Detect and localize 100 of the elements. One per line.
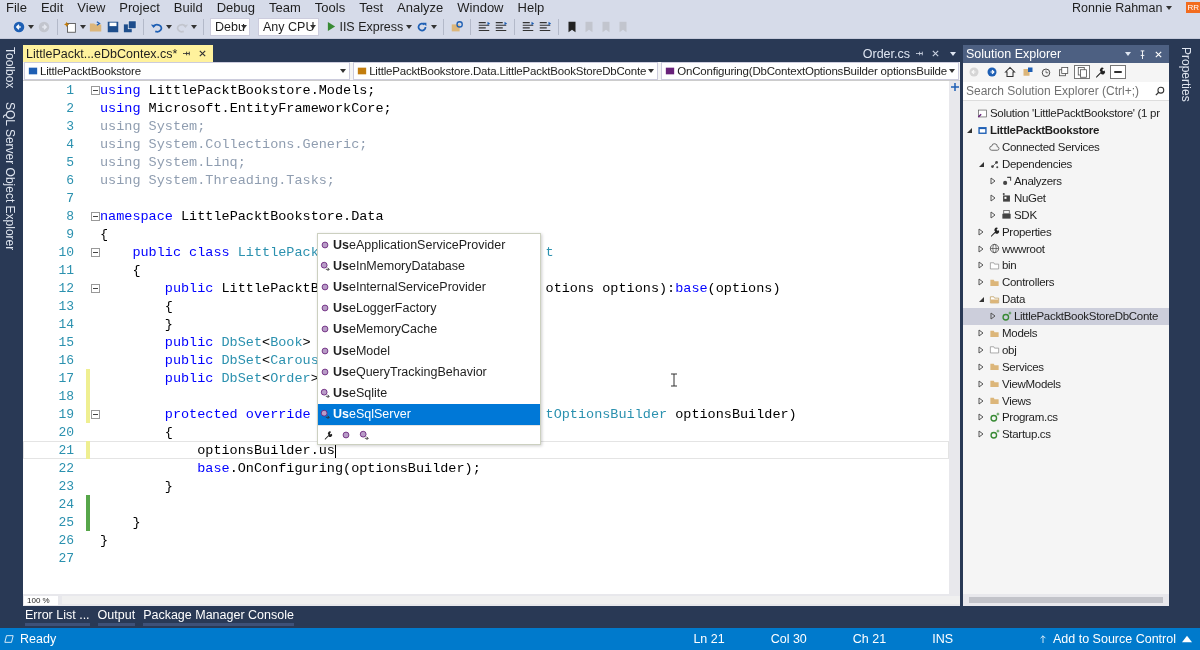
document-tab[interactable]: LittlePackt...eDbContex.cs* <box>23 45 214 62</box>
tree-item-label[interactable]: Data <box>1002 293 1026 306</box>
collapse-icon[interactable] <box>1058 66 1070 78</box>
play-icon[interactable] <box>327 21 337 32</box>
menu-item[interactable]: Edit <box>40 0 64 15</box>
expand-icon[interactable] <box>989 210 997 219</box>
expand-icon[interactable] <box>977 227 985 236</box>
tree-item-label[interactable]: Program.cs <box>1002 411 1058 424</box>
expand-icon[interactable] <box>977 278 985 287</box>
up-arrow-icon[interactable] <box>1039 634 1047 644</box>
save-icon[interactable] <box>106 19 120 34</box>
expand-icon[interactable] <box>977 362 985 371</box>
collapse-icon[interactable] <box>90 283 100 293</box>
clock-icon[interactable] <box>1040 66 1052 78</box>
menu-item[interactable]: Window <box>457 0 504 15</box>
tree-item-label[interactable]: Models <box>1002 327 1038 339</box>
configuration-dropdown[interactable]: Debu <box>210 17 250 36</box>
horizontal-scrollbar[interactable] <box>61 596 960 604</box>
tree-item-label[interactable]: Startup.cs <box>1002 428 1051 441</box>
tree-item-label[interactable]: Solution 'LittlePacktBookstore' (1 pr <box>990 107 1160 120</box>
home-icon[interactable] <box>1004 66 1016 78</box>
tree-item[interactable]: obj <box>963 341 1169 359</box>
expand-icon[interactable] <box>977 244 985 253</box>
back-icon[interactable] <box>12 19 26 34</box>
expand-icon[interactable] <box>977 345 985 354</box>
menu-item[interactable]: Analyze <box>397 0 444 15</box>
completion-item[interactable]: UseSqlServer <box>318 403 540 425</box>
tree-item[interactable]: Solution 'LittlePacktBookstore' (1 pr <box>963 105 1169 122</box>
tree-item-label[interactable]: SDK <box>1014 208 1037 221</box>
menu-item[interactable]: File <box>6 0 27 15</box>
tree-item[interactable]: bin <box>963 257 1169 274</box>
menu-item[interactable]: Help <box>517 0 545 15</box>
format-lines-icon[interactable] <box>521 19 536 34</box>
save-all-icon[interactable] <box>123 19 137 34</box>
tree-item[interactable]: Program.cs <box>963 409 1169 426</box>
tree-item[interactable]: NuGet <box>963 189 1169 207</box>
format-lines-icon[interactable] <box>494 19 509 34</box>
horizontal-scrollbar[interactable] <box>969 597 1163 603</box>
tree-item[interactable]: ViewModels <box>963 375 1169 393</box>
navigation-dropdown[interactable]: LittlePacktBookstore <box>24 62 351 80</box>
collapse-icon[interactable] <box>90 85 100 95</box>
search-field[interactable]: Search Solution Explorer (Ctrl+;) <box>963 82 1169 101</box>
expand-icon[interactable] <box>977 329 985 337</box>
source-control-button[interactable]: Add to Source Control <box>1053 632 1176 646</box>
tree-item-label[interactable]: LittlePacktBookstore <box>990 124 1100 137</box>
close-icon[interactable] <box>198 49 208 58</box>
completion-item[interactable]: UseModel <box>318 339 540 362</box>
tree-item-label[interactable]: LittlePacktBookStoreDbConte <box>1014 310 1159 323</box>
tree-item[interactable]: Services <box>963 358 1169 376</box>
tree-item[interactable]: Data <box>963 290 1169 308</box>
pin-icon[interactable] <box>1138 49 1147 59</box>
vertical-scrollbar[interactable] <box>949 81 960 594</box>
method-filter-icon[interactable] <box>341 429 351 440</box>
menu-item[interactable]: Project <box>119 0 160 15</box>
expand-icon[interactable] <box>977 261 985 270</box>
expand-icon[interactable] <box>977 413 985 422</box>
tree-item[interactable]: wwwroot <box>963 240 1169 257</box>
wrench-icon[interactable] <box>1094 66 1106 78</box>
zoom-dropdown[interactable]: 100 % <box>24 595 58 605</box>
expand-icon[interactable] <box>977 379 985 388</box>
open-folder-icon[interactable] <box>89 19 103 34</box>
tree-item[interactable]: Views <box>963 392 1169 410</box>
expanded-icon[interactable] <box>965 126 973 135</box>
expand-icon[interactable] <box>977 396 985 405</box>
tree-item-label[interactable]: Services <box>1002 360 1044 373</box>
show-all-files-icon[interactable] <box>1076 66 1088 78</box>
side-tab[interactable]: Properties <box>1172 45 1196 104</box>
tree-item-label[interactable]: Controllers <box>1002 276 1055 289</box>
completion-item[interactable]: UseApplicationServiceProvider <box>318 234 540 256</box>
tree-item-label[interactable]: Dependencies <box>1002 158 1072 171</box>
tree-item[interactable]: Analyzers <box>963 172 1169 190</box>
forward-icon[interactable] <box>986 66 998 78</box>
menu-item[interactable]: Test <box>359 0 383 15</box>
tree-item[interactable]: Startup.cs <box>963 425 1169 443</box>
format-lines-icon[interactable] <box>477 19 492 34</box>
tree-item[interactable]: Controllers <box>963 273 1169 291</box>
completion-item[interactable]: UseMemoryCache <box>318 318 540 340</box>
expand-icon[interactable] <box>977 430 985 439</box>
completion-item[interactable]: UseLoggerFactory <box>318 297 540 319</box>
collapse-icon[interactable] <box>90 409 100 419</box>
menu-item[interactable]: Build <box>173 0 203 15</box>
collapse-icon[interactable] <box>90 211 100 221</box>
tree-item[interactable]: SDK <box>963 206 1169 224</box>
pin-icon[interactable] <box>916 49 925 58</box>
tree-item-label[interactable]: Views <box>1002 394 1031 407</box>
menu-item[interactable]: Team <box>269 0 301 15</box>
split-icon[interactable] <box>950 83 959 91</box>
pin-icon[interactable] <box>183 49 193 58</box>
tab-title[interactable]: Order.cs <box>862 46 910 61</box>
search-icon[interactable] <box>1155 86 1165 96</box>
tree-item-label[interactable]: Connected Services <box>1002 141 1100 154</box>
completion-item[interactable]: UseInMemoryDatabase <box>318 255 540 277</box>
expand-icon[interactable] <box>989 177 997 185</box>
menu-item[interactable]: Tools <box>314 0 346 15</box>
document-tab[interactable]: Order.cs <box>859 45 946 62</box>
completion-item[interactable]: UseSqlite <box>318 382 540 404</box>
tree-item[interactable]: Models <box>963 324 1169 342</box>
navigation-dropdown[interactable]: LittlePacktBookstore.Data.LittlePacktBookStoreDbConte <box>353 62 659 80</box>
menu-item[interactable]: View <box>77 0 106 15</box>
navigation-dropdown[interactable]: OnConfiguring(DbContextOptionsBuilder optionsBuilde <box>661 62 959 80</box>
